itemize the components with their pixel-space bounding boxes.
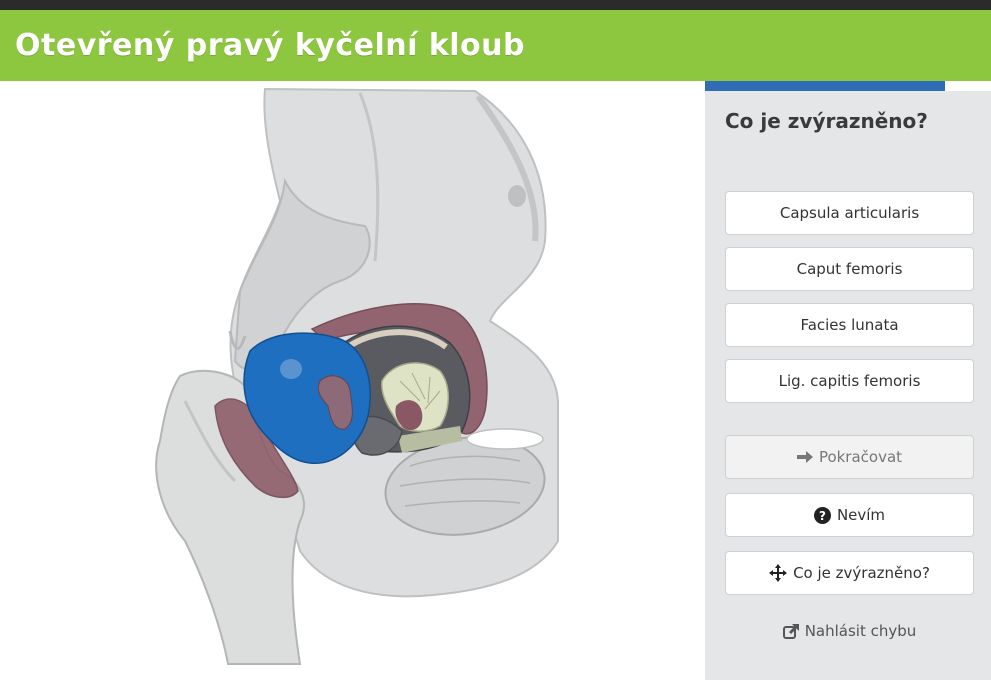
external-link-icon	[782, 623, 800, 640]
progress-bar	[705, 81, 991, 91]
quiz-panel: Co je zvýrazněno? Capsula articularis Ca…	[705, 81, 991, 680]
what-highlighted-label: Co je zvýrazněno?	[793, 564, 930, 582]
answer-option-lig-capitis-femoris[interactable]: Lig. capitis femoris	[725, 359, 974, 403]
header: Otevřený pravý kyčelní kloub	[0, 10, 991, 81]
dont-know-button[interactable]: ? Nevím	[725, 493, 974, 537]
svg-text:?: ?	[819, 509, 826, 523]
answer-option-capsula-articularis[interactable]: Capsula articularis	[725, 191, 974, 235]
question-text: Co je zvýrazněno?	[725, 109, 928, 133]
anatomy-canvas	[0, 81, 705, 680]
arrow-right-icon	[796, 450, 813, 464]
continue-button[interactable]: Pokračovat	[725, 435, 974, 479]
answer-option-facies-lunata[interactable]: Facies lunata	[725, 303, 974, 347]
question-circle-icon: ?	[813, 506, 831, 524]
progress-bar-fill	[705, 81, 946, 91]
page-title: Otevřený pravý kyčelní kloub	[15, 28, 525, 63]
what-highlighted-button[interactable]: Co je zvýrazněno?	[725, 551, 974, 595]
answer-option-caput-femoris[interactable]: Caput femoris	[725, 247, 974, 291]
hip-joint-illustration	[155, 87, 559, 665]
top-bar	[0, 0, 991, 10]
report-error-label: Nahlásit chybu	[804, 622, 917, 640]
dont-know-label: Nevím	[836, 506, 886, 524]
report-error-link[interactable]: Nahlásit chybu	[725, 619, 974, 643]
move-arrows-icon	[769, 564, 788, 582]
continue-label: Pokračovat	[818, 448, 903, 466]
